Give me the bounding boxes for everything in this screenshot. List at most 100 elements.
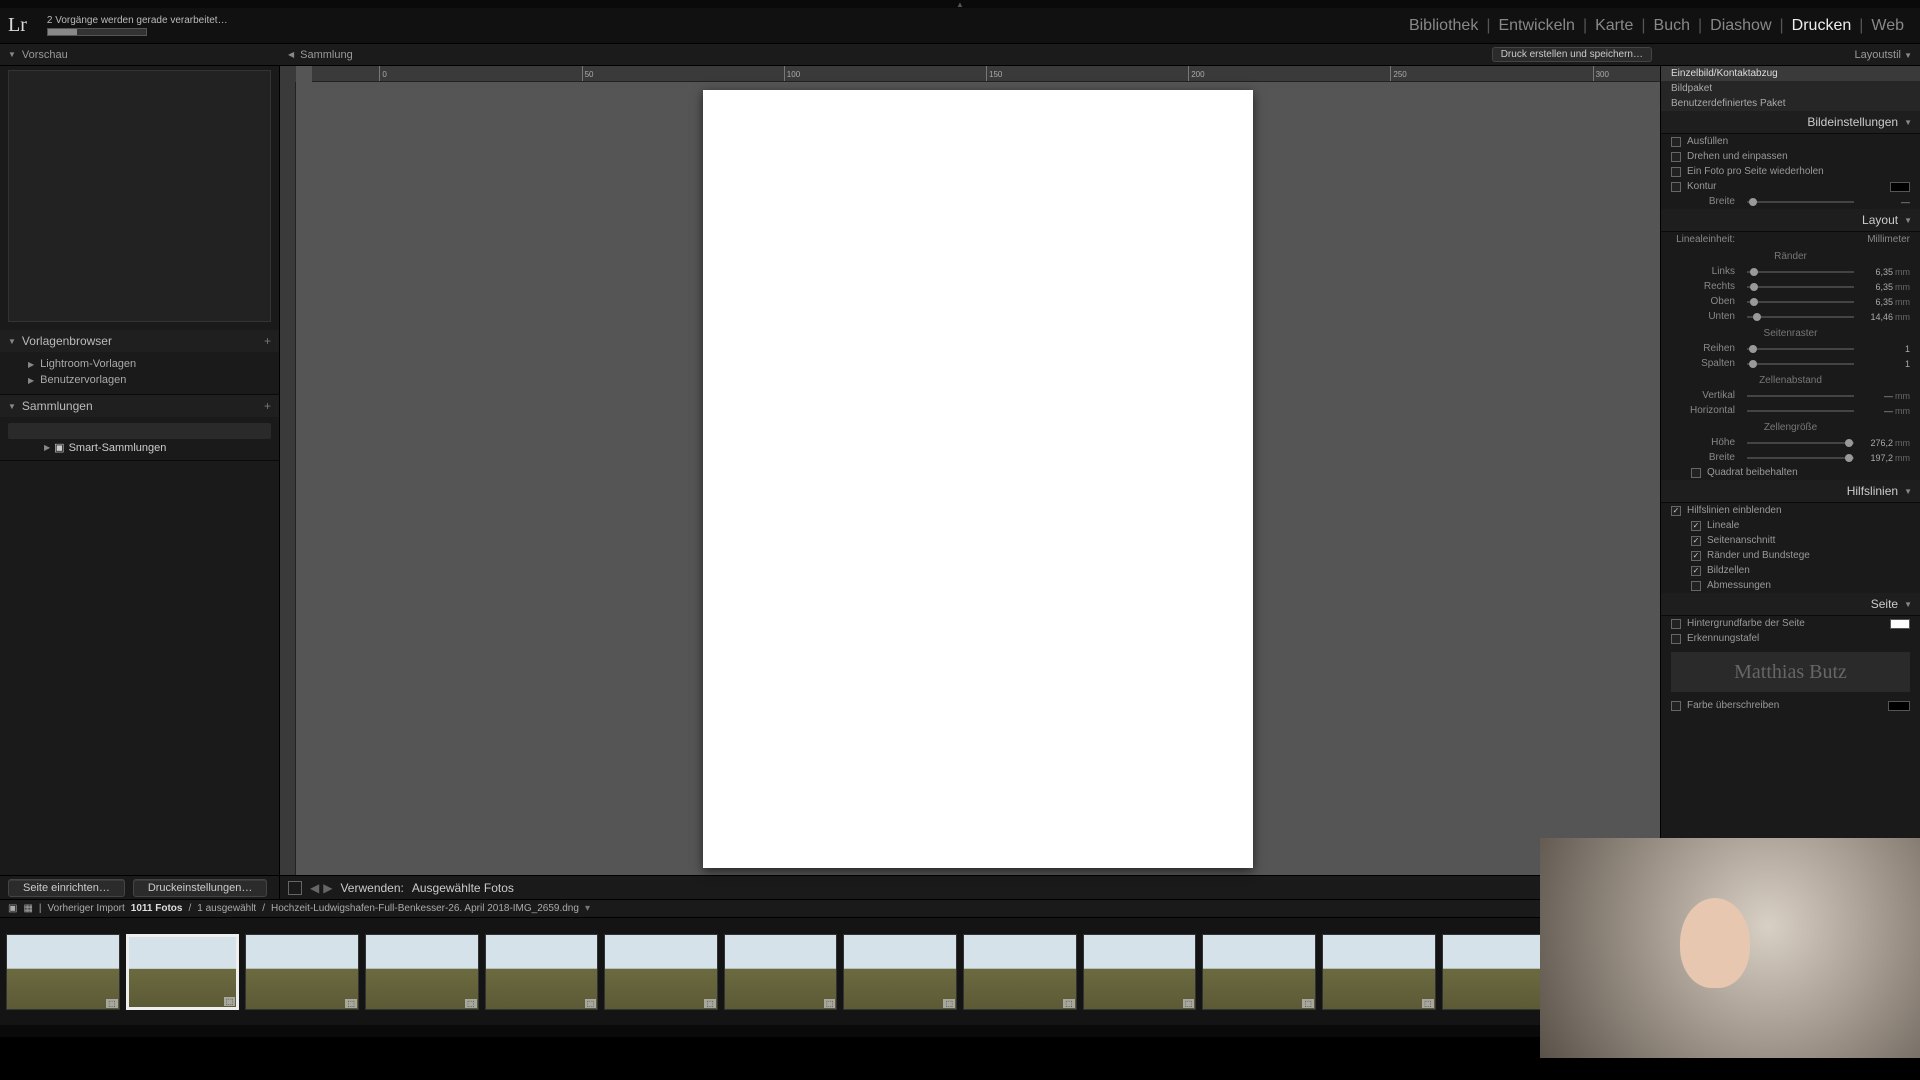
- filmstrip-thumb[interactable]: ⬚: [963, 934, 1077, 1010]
- cell-spacing-h-slider[interactable]: [1747, 410, 1854, 412]
- filmstrip-thumb[interactable]: ⬚: [485, 934, 599, 1010]
- top-collapse-handle[interactable]: ▲: [0, 0, 1920, 8]
- filmstrip-thumb[interactable]: ⬚: [1442, 934, 1556, 1010]
- template-browser-header[interactable]: ▼Vorlagenbrowser +: [0, 330, 279, 352]
- filmstrip-thumb[interactable]: ⬚: [724, 934, 838, 1010]
- template-folder-lightroom[interactable]: ▶Lightroom-Vorlagen: [0, 356, 279, 372]
- current-file-path: Hochzeit-Ludwigshafen-Full-Benkesser-26.…: [271, 903, 579, 914]
- collections-header[interactable]: ▼Sammlungen +: [0, 395, 279, 417]
- webcam-overlay: [1540, 838, 1920, 1058]
- use-label: Verwenden:: [340, 881, 403, 895]
- add-template-icon[interactable]: +: [264, 334, 271, 348]
- identity-plate-checkbox[interactable]: [1671, 634, 1681, 644]
- layout-header[interactable]: Layout▼: [1661, 209, 1920, 232]
- collection-title: Sammlung: [300, 49, 353, 61]
- page-bg-swatch[interactable]: [1890, 619, 1910, 629]
- smart-collections-item[interactable]: ▶▣Smart-Sammlungen: [0, 441, 279, 454]
- ruler-unit-dropdown[interactable]: Millimeter: [1867, 234, 1910, 245]
- filmstrip-thumb[interactable]: ⬚: [843, 934, 957, 1010]
- progress-bar: [47, 28, 147, 36]
- secondary-display-icon[interactable]: ▣: [8, 903, 17, 914]
- module-print[interactable]: Drucken: [1784, 17, 1860, 35]
- page-setup-button[interactable]: Seite einrichten…: [8, 879, 125, 897]
- selected-count: 1 ausgewählt: [197, 903, 256, 914]
- collection-filter-input[interactable]: [8, 423, 271, 439]
- stroke-checkbox[interactable]: [1671, 182, 1681, 192]
- rows-slider[interactable]: [1747, 348, 1854, 350]
- page-header[interactable]: Seite▼: [1661, 593, 1920, 616]
- cell-height-slider[interactable]: [1747, 442, 1854, 444]
- cell-spacing-v-slider[interactable]: [1747, 395, 1854, 397]
- canvas: 0 50 100 150 200 250 300 ◀ ▶ Verwenden: A…: [280, 66, 1660, 899]
- print-settings-button[interactable]: Druckeinstellungen…: [133, 879, 268, 897]
- chevron-down-icon[interactable]: ▼: [8, 50, 16, 59]
- top-bar: Lr 2 Vorgänge werden gerade verarbeitet……: [0, 8, 1920, 44]
- module-develop[interactable]: Entwickeln: [1490, 17, 1582, 35]
- page-bg-checkbox[interactable]: [1671, 619, 1681, 629]
- style-custom[interactable]: Benutzerdefiniertes Paket: [1661, 96, 1920, 111]
- margin-top-slider[interactable]: [1747, 301, 1854, 303]
- guide-dims-checkbox[interactable]: [1691, 581, 1701, 591]
- ruler-vertical: [280, 82, 296, 875]
- module-web[interactable]: Web: [1863, 17, 1912, 35]
- prev-page-icon[interactable]: ◀: [310, 881, 319, 895]
- stroke-width-slider[interactable]: [1747, 201, 1854, 203]
- grid-view-icon[interactable]: ▦: [23, 903, 32, 914]
- center-toolbar: ◀ ▶ Verwenden: Ausgewählte Fotos: [280, 875, 1660, 899]
- identity-plate-preview[interactable]: Matthias Butz: [1671, 652, 1910, 692]
- chevron-down-icon[interactable]: ▼: [1904, 51, 1912, 60]
- progress-label: 2 Vorgänge werden gerade verarbeitet…: [47, 15, 228, 26]
- stroke-color-swatch[interactable]: [1890, 182, 1910, 192]
- margin-right-slider[interactable]: [1747, 286, 1854, 288]
- filmstrip-thumb[interactable]: ⬚: [1202, 934, 1316, 1010]
- sub-header: ▼ Vorschau ◀ Sammlung Druck erstellen und …: [0, 44, 1920, 66]
- layout-style-title: Layoutstil: [1855, 49, 1901, 61]
- module-slideshow[interactable]: Diashow: [1702, 17, 1779, 35]
- app-logo: Lr: [8, 14, 27, 37]
- filmstrip-thumb[interactable]: ⬚: [1083, 934, 1197, 1010]
- use-dropdown[interactable]: Ausgewählte Fotos: [412, 881, 514, 895]
- keep-square-checkbox[interactable]: [1691, 468, 1701, 478]
- override-color-swatch[interactable]: [1888, 701, 1910, 711]
- add-collection-icon[interactable]: +: [264, 399, 271, 413]
- filmstrip-thumb[interactable]: ⬚: [1322, 934, 1436, 1010]
- create-saved-print-button[interactable]: Druck erstellen und speichern…: [1492, 47, 1652, 62]
- photo-count: 1011 Fotos: [131, 903, 183, 914]
- filmstrip-thumb[interactable]: ⬚: [245, 934, 359, 1010]
- override-color-checkbox[interactable]: [1671, 701, 1681, 711]
- left-button-bar: Seite einrichten… Druckeinstellungen…: [0, 875, 279, 899]
- stop-icon[interactable]: [288, 881, 302, 895]
- module-library[interactable]: Bibliothek: [1401, 17, 1486, 35]
- filmstrip-thumb[interactable]: ⬚: [6, 934, 120, 1010]
- chevron-left-icon[interactable]: ◀: [288, 50, 294, 59]
- guide-rulers-checkbox[interactable]: ✓: [1691, 521, 1701, 531]
- cell-width-slider[interactable]: [1747, 457, 1854, 459]
- ruler-horizontal: 0 50 100 150 200 250 300: [312, 66, 1660, 82]
- template-folder-user[interactable]: ▶Benutzervorlagen: [0, 372, 279, 388]
- prev-import-label[interactable]: Vorheriger Import: [48, 903, 125, 914]
- margin-bottom-slider[interactable]: [1747, 316, 1854, 318]
- repeat-photo-checkbox[interactable]: [1671, 167, 1681, 177]
- print-page[interactable]: [703, 90, 1253, 868]
- preview-panel-title: Vorschau: [22, 49, 68, 61]
- rotate-fit-checkbox[interactable]: [1671, 152, 1681, 162]
- zoom-fill-checkbox[interactable]: [1671, 137, 1681, 147]
- filmstrip-thumb[interactable]: ⬚: [126, 934, 240, 1010]
- module-book[interactable]: Buch: [1646, 17, 1698, 35]
- filmstrip-thumb[interactable]: ⬚: [365, 934, 479, 1010]
- filmstrip-thumb[interactable]: ⬚: [604, 934, 718, 1010]
- image-settings-header[interactable]: Bildeinstellungen▼: [1661, 111, 1920, 134]
- progress-indicator: 2 Vorgänge werden gerade verarbeitet…: [47, 15, 228, 36]
- guide-margins-checkbox[interactable]: ✓: [1691, 551, 1701, 561]
- cols-slider[interactable]: [1747, 363, 1854, 365]
- module-map[interactable]: Karte: [1587, 17, 1641, 35]
- margin-left-slider[interactable]: [1747, 271, 1854, 273]
- guides-header[interactable]: Hilfslinien▼: [1661, 480, 1920, 503]
- guide-cells-checkbox[interactable]: ✓: [1691, 566, 1701, 576]
- right-panel: Einzelbild/Kontaktabzug Bildpaket Benutz…: [1660, 66, 1920, 899]
- guide-bleed-checkbox[interactable]: ✓: [1691, 536, 1701, 546]
- style-single[interactable]: Einzelbild/Kontaktabzug: [1661, 66, 1920, 81]
- style-package[interactable]: Bildpaket: [1661, 81, 1920, 96]
- next-page-icon[interactable]: ▶: [323, 881, 332, 895]
- show-guides-checkbox[interactable]: ✓: [1671, 506, 1681, 516]
